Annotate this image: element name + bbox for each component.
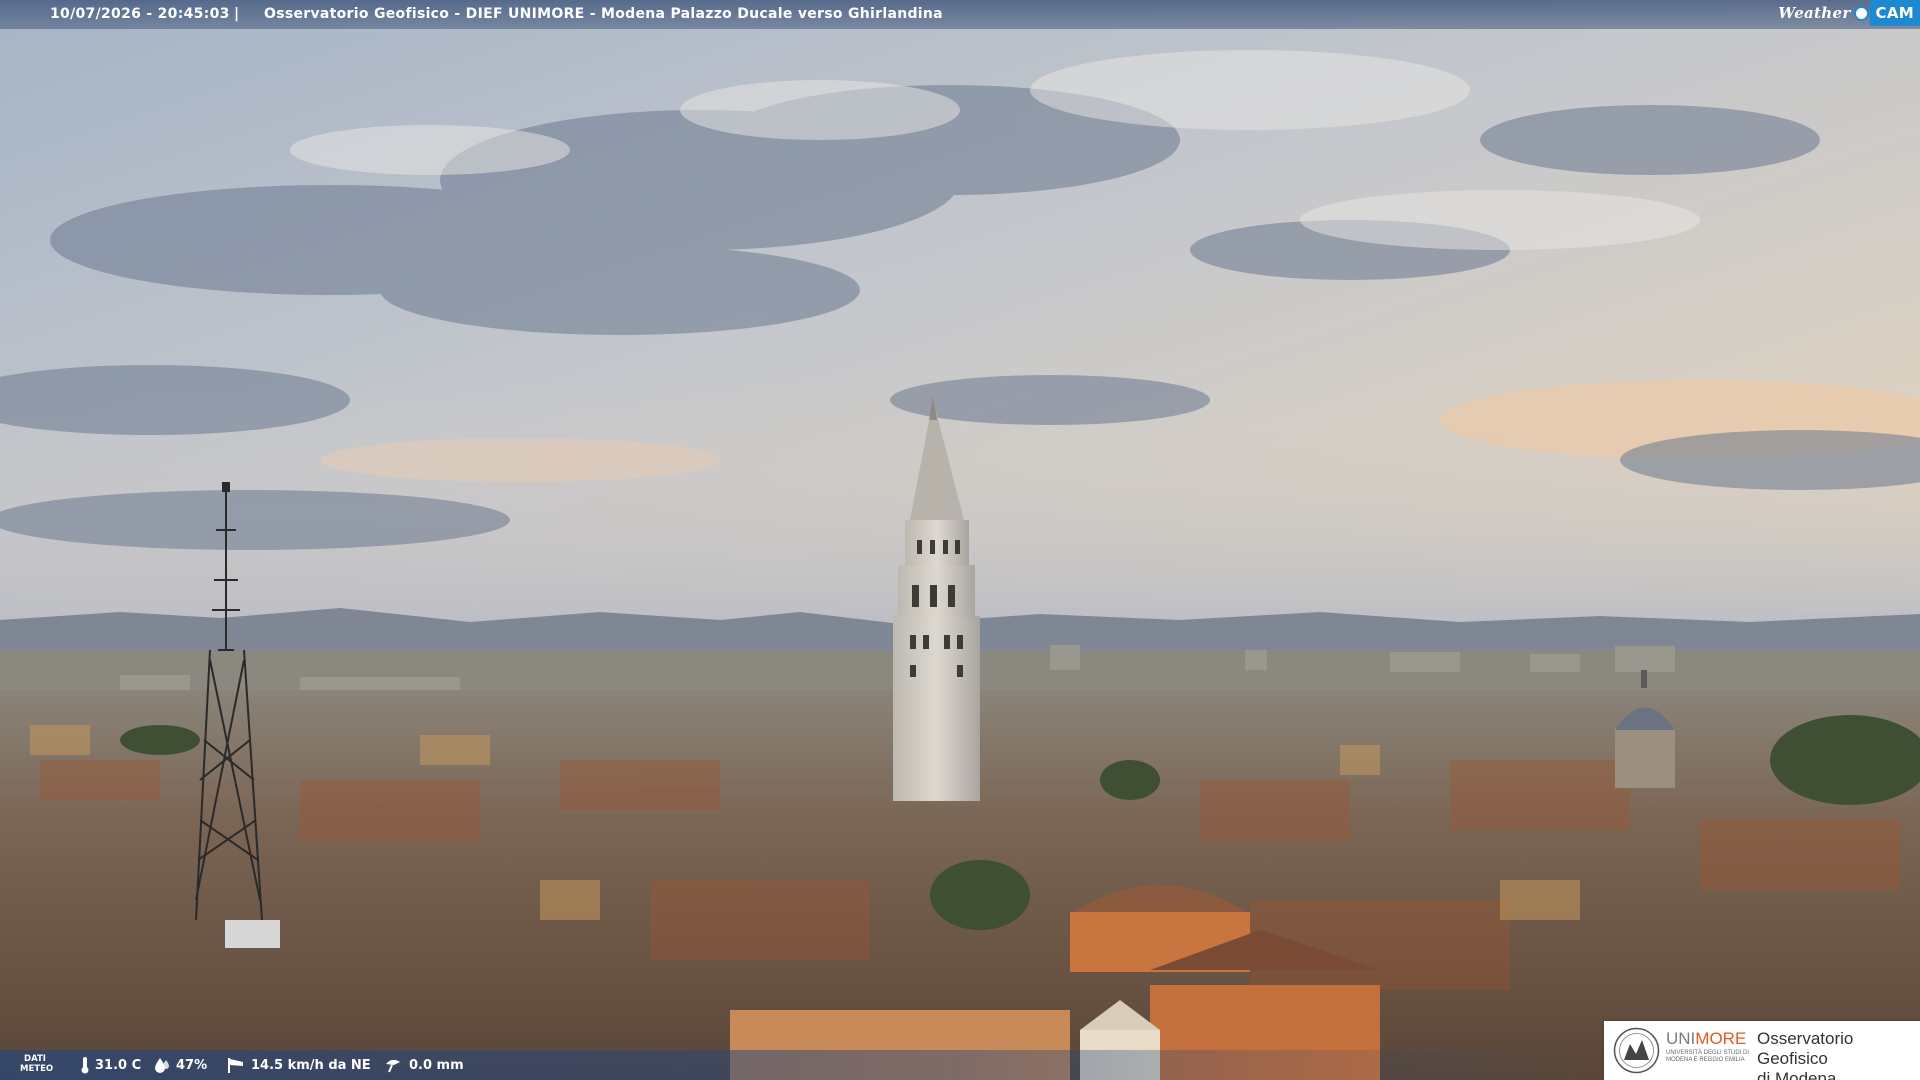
university-subtitle: UNIVERSITÀ DEGLI STUDI DI MODENA E REGGI… <box>1666 1050 1750 1063</box>
logo-weather-text: Weather <box>1778 4 1851 22</box>
humidity-reading: 47% <box>153 1056 207 1074</box>
humidity-value: 47% <box>176 1057 208 1073</box>
logo-circle-icon <box>1853 5 1869 21</box>
wind-value: 14.5 km/h da NE <box>251 1057 371 1073</box>
timestamp: 10/07/2026 - 20:45:03 <box>50 6 230 22</box>
webcam-image <box>0 0 1920 1080</box>
temperature-reading: 31.0 C <box>80 1056 141 1074</box>
rain-gauge-icon <box>386 1059 400 1073</box>
university-seal-icon <box>1613 1027 1660 1074</box>
unimore-branding: UNIMORE UNIVERSITÀ DEGLI STUDI DI MODENA… <box>1604 1021 1920 1080</box>
wind-reading: 14.5 km/h da NE <box>226 1056 371 1074</box>
meteo-label: DATI METEO <box>20 1054 54 1074</box>
observatory-name: Osservatorio Geofisico di Modena <box>1757 1029 1854 1080</box>
unimore-wordmark: UNIMORE <box>1666 1029 1747 1048</box>
webcam-frame: 10/07/2026 - 20:45:03 | Osservatorio Geo… <box>0 0 1920 1080</box>
rain-value: 0.0 mm <box>409 1057 464 1073</box>
thermometer-icon <box>81 1057 89 1074</box>
camera-info-bar: 10/07/2026 - 20:45:03 | Osservatorio Geo… <box>0 0 1920 29</box>
weathercam-logo: Weather CAM <box>1778 0 1920 26</box>
logo-cam-text: CAM <box>1869 0 1920 26</box>
wind-sock-icon <box>228 1058 243 1073</box>
camera-title: Osservatorio Geofisico - DIEF UNIMORE - … <box>264 6 943 22</box>
humidity-drop-icon <box>155 1058 169 1073</box>
separator: | <box>234 6 240 22</box>
weather-data-bar: DATI METEO 31.0 C 47% 14.5 km/h da NE 0.… <box>0 1050 1600 1080</box>
rain-reading: 0.0 mm <box>384 1056 464 1074</box>
temperature-value: 31.0 C <box>95 1057 142 1073</box>
